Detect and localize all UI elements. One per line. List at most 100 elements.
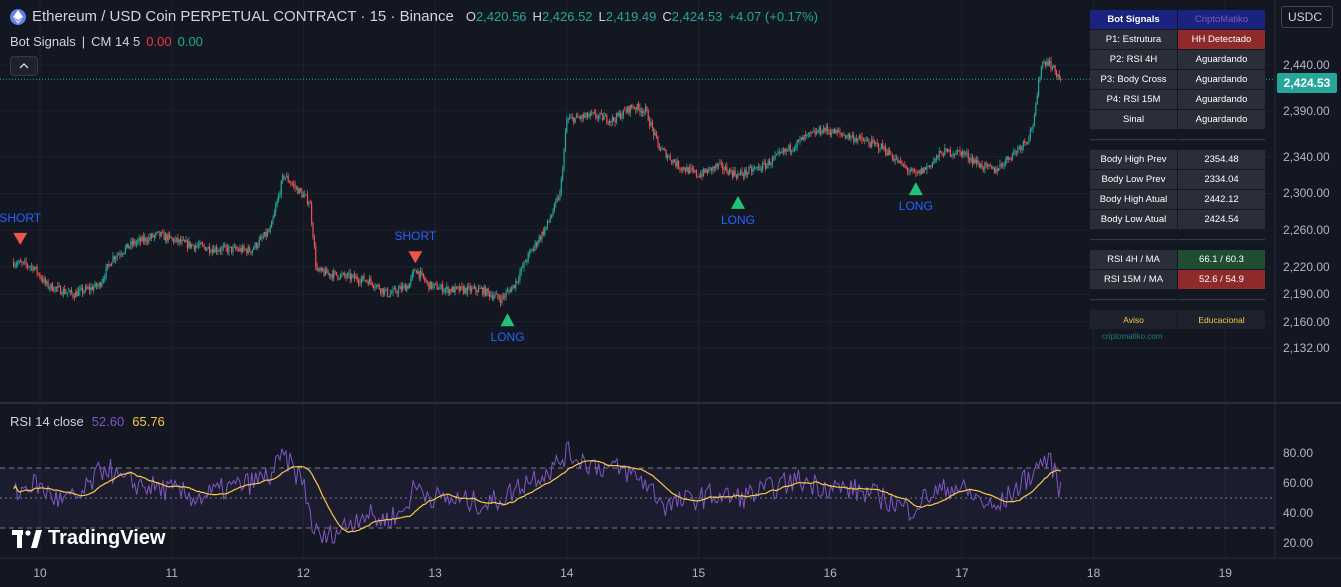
candle-body [962, 151, 964, 156]
candle-body [571, 117, 573, 119]
chart-root[interactable]: Ethereum / USD Coin PERPETUAL CONTRACT ·… [0, 0, 1341, 587]
candle-body [18, 260, 20, 263]
bot-table-row: Body Low Atual 2424.54 [1090, 210, 1265, 230]
candle-body [935, 155, 938, 159]
candle-body [1015, 151, 1018, 153]
rsi-band-layer [0, 467, 1275, 529]
time-tick-label: 15 [691, 566, 706, 580]
candle-body [407, 285, 409, 289]
candle-body [218, 250, 220, 252]
candle-body [975, 159, 978, 164]
candle-body [686, 167, 688, 172]
candle-body [617, 113, 619, 116]
candle-body [83, 291, 85, 294]
candle-body [468, 286, 470, 287]
candle-body [817, 131, 819, 133]
candle-body [333, 271, 335, 279]
candle-body [849, 133, 851, 139]
candle-body [862, 139, 865, 142]
candle-body [624, 109, 626, 111]
candle-body [789, 145, 791, 152]
candle-body [632, 107, 634, 109]
candle-body [437, 289, 440, 291]
candle-body [1036, 95, 1038, 105]
candle-body [137, 240, 139, 243]
candle-body [540, 236, 542, 240]
candle-body [461, 286, 463, 287]
candle-body [973, 159, 975, 164]
candle-body [290, 182, 292, 184]
candle-body [858, 136, 860, 139]
candle-body [447, 286, 449, 294]
bot-table-value: 2354.48 [1178, 150, 1265, 169]
candle-body [814, 130, 816, 135]
candle-body [861, 137, 863, 140]
candle-body [895, 158, 898, 160]
candle-body [820, 127, 822, 134]
symbol-title[interactable]: Ethereum / USD Coin PERPETUAL CONTRACT ·… [32, 8, 454, 25]
candle-body [279, 194, 281, 196]
candle-body [851, 135, 853, 137]
candle-body [840, 133, 842, 135]
price-tick-label: 2,260.00 [1283, 223, 1330, 238]
bot-table-label: Bot Signals [1090, 10, 1177, 29]
candle-body [688, 167, 691, 174]
candle-body [694, 170, 696, 172]
candle-body [713, 166, 716, 169]
candle-body [687, 167, 689, 174]
candle-body [1060, 78, 1062, 80]
candle-body [246, 249, 248, 254]
collapse-legend-button[interactable] [10, 56, 38, 76]
candle-body [106, 264, 109, 268]
candle-body [466, 286, 469, 294]
candle-body [433, 283, 435, 285]
candle-body [742, 174, 744, 176]
candle-body [763, 163, 765, 164]
candle-body [428, 282, 430, 290]
candle-body [88, 287, 91, 291]
candle-body [37, 273, 40, 275]
tradingview-logo-icon [12, 529, 42, 548]
candle-body [901, 160, 903, 166]
candle-body [224, 245, 226, 247]
candle-body [977, 159, 979, 164]
candle-body [439, 287, 441, 290]
tradingview-logo[interactable]: TradingView [12, 527, 165, 550]
candle-body [357, 280, 360, 283]
candle-body [131, 241, 133, 245]
bot-table-label: Body High Atual [1090, 190, 1177, 209]
candle-body [729, 169, 731, 175]
candle-body [177, 237, 179, 243]
candle-body [611, 117, 613, 122]
candle-body [341, 274, 343, 275]
candle-body [785, 149, 787, 152]
candle-body [573, 117, 575, 123]
candle-body [213, 249, 215, 253]
candle-body [1003, 164, 1005, 167]
candle-body [1046, 61, 1048, 66]
indicator-legend[interactable]: Bot Signals | CM 14 5 0.00 0.00 [10, 34, 203, 49]
candle-body [109, 264, 111, 267]
candle-body [465, 287, 467, 294]
candle-body [929, 165, 931, 167]
bot-table-credit: criptomatiko.com [1102, 332, 1163, 341]
candle-body [657, 136, 659, 144]
currency-selector[interactable]: USDC [1281, 6, 1333, 28]
candle-body [222, 246, 224, 248]
candle-body [116, 255, 118, 258]
candle-body [574, 117, 576, 123]
candle-body [232, 246, 234, 252]
candle-body [538, 236, 540, 243]
bot-table-value: CriptoMatiko [1178, 10, 1265, 29]
candle-body [377, 284, 379, 286]
candle-body [367, 281, 369, 285]
rsi-tick-label: 20.00 [1283, 536, 1314, 550]
candle-body [570, 117, 572, 119]
bot-table-label: Aviso [1090, 310, 1177, 329]
candle-body [13, 262, 15, 267]
rsi-legend[interactable]: RSI 14 close 52.60 65.76 [10, 414, 165, 429]
candle-body [746, 172, 749, 175]
candle-body [221, 247, 223, 251]
candle-body [523, 261, 525, 268]
candle-body [535, 242, 538, 246]
